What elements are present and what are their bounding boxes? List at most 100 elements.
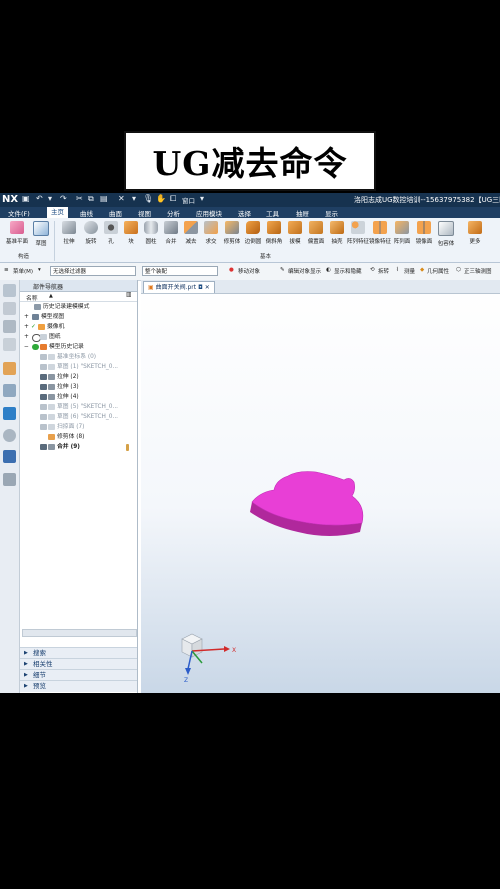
cylinder-icon bbox=[144, 221, 158, 234]
selection-scope-dropdown[interactable]: 整个装配 bbox=[142, 266, 218, 276]
save-icon[interactable]: ▣ bbox=[22, 194, 30, 203]
edge-blend-button[interactable]: 边倒圆 bbox=[244, 221, 262, 245]
history-icon[interactable] bbox=[3, 429, 16, 442]
geometry-properties-icon[interactable]: ◆ bbox=[420, 267, 424, 273]
move-object-button[interactable]: 移动对象 bbox=[238, 267, 260, 275]
list-item[interactable]: 合并 (9) bbox=[20, 442, 137, 452]
menu-button[interactable]: 菜单(M) bbox=[13, 267, 33, 275]
menu-chevron-icon[interactable]: ▾ bbox=[38, 267, 41, 273]
menu-select[interactable]: 选择 bbox=[238, 208, 251, 218]
expand-icon[interactable]: + bbox=[24, 332, 29, 342]
intersect-button[interactable]: 求交 bbox=[202, 221, 220, 245]
menu-application[interactable]: 应用模块 bbox=[196, 208, 222, 218]
window-menu[interactable]: 窗口 bbox=[182, 195, 195, 205]
rotate-icon[interactable]: ⟲ bbox=[370, 267, 375, 273]
edit-display-icon[interactable]: ✎ bbox=[280, 267, 285, 273]
expand-icon[interactable]: + bbox=[24, 322, 29, 332]
eye-icon[interactable] bbox=[40, 414, 47, 420]
menu-curve[interactable]: 曲线 bbox=[80, 208, 93, 218]
web-browser-icon[interactable] bbox=[3, 407, 16, 420]
undo-icon[interactable]: ↶ bbox=[36, 194, 43, 203]
menu-tools[interactable]: 工具 bbox=[266, 208, 279, 218]
horizontal-scrollbar[interactable] bbox=[22, 629, 137, 637]
part-navigator-icon[interactable] bbox=[3, 320, 16, 333]
process-studio-icon[interactable] bbox=[3, 450, 16, 463]
menu-icon[interactable]: ≡ bbox=[4, 267, 9, 273]
eye-icon[interactable] bbox=[40, 444, 47, 450]
show-hide-icon[interactable]: ◐ bbox=[326, 267, 331, 273]
expand-icon[interactable]: + bbox=[24, 312, 29, 322]
chamfer-button[interactable]: 倒斜角 bbox=[265, 221, 283, 245]
eye-icon[interactable] bbox=[40, 394, 47, 400]
geometry-properties-button[interactable]: 几何属性 bbox=[427, 267, 449, 275]
window-switch-icon[interactable]: ⧠ bbox=[170, 194, 176, 204]
mirror-face-button[interactable]: 镜像面 bbox=[415, 221, 433, 245]
close-icon[interactable]: ✕ bbox=[205, 284, 210, 291]
trimetric-icon[interactable]: ⬡ bbox=[456, 267, 461, 273]
pattern-face-button[interactable]: 阵列面 bbox=[393, 221, 411, 245]
touch-mode-icon[interactable]: ✋ bbox=[156, 194, 166, 203]
extrude-button[interactable]: 拉伸 bbox=[60, 221, 78, 245]
block-icon bbox=[124, 221, 138, 234]
mirror-feature-button[interactable]: 镜像特征 bbox=[369, 221, 391, 245]
settings-icon[interactable] bbox=[3, 284, 16, 297]
constraint-navigator-icon[interactable] bbox=[3, 338, 16, 351]
panel-preview[interactable]: ▶ 预览 bbox=[20, 680, 137, 692]
eye-icon[interactable] bbox=[40, 384, 47, 390]
bounding-body-button[interactable]: 包容体 bbox=[437, 221, 455, 247]
rotate-button[interactable]: 拆转 bbox=[378, 267, 389, 275]
undo-dropdown-icon[interactable]: ▾ bbox=[48, 194, 52, 203]
sketch-button[interactable]: 草图 bbox=[32, 221, 50, 247]
reuse-library-icon[interactable] bbox=[3, 362, 16, 375]
offset-face-button[interactable]: 偏置面 bbox=[307, 221, 325, 245]
menu-home[interactable]: 主页 bbox=[47, 207, 68, 218]
column-options-icon[interactable]: ▥ bbox=[126, 292, 131, 298]
measure-button[interactable]: 测量 bbox=[404, 267, 415, 275]
cut-icon[interactable]: ✂ bbox=[76, 194, 83, 203]
draft-button[interactable]: 拔模 bbox=[286, 221, 304, 245]
delete-icon[interactable]: ✕ bbox=[118, 194, 125, 203]
redo-icon[interactable]: ↷ bbox=[60, 194, 67, 203]
menu-view[interactable]: 视图 bbox=[138, 208, 151, 218]
microphone-icon[interactable]: 🎙 bbox=[143, 194, 153, 203]
menu-analysis[interactable]: 分析 bbox=[167, 208, 180, 218]
shell-button[interactable]: 抽壳 bbox=[328, 221, 346, 245]
trim-body-button[interactable]: 修剪体 bbox=[223, 221, 241, 245]
paste-icon[interactable]: ▤ bbox=[100, 194, 108, 203]
selection-filter-dropdown[interactable]: 无选择过滤器 bbox=[50, 266, 136, 276]
trimetric-view-button[interactable]: 正三轴测图 bbox=[464, 267, 492, 275]
color-wheel-icon[interactable]: ● bbox=[229, 267, 234, 273]
more-icon bbox=[468, 221, 482, 234]
bounding-body-icon bbox=[438, 221, 454, 236]
mirror-face-icon bbox=[417, 221, 431, 234]
datum-plane-button[interactable]: 基准平面 bbox=[6, 221, 28, 245]
datum-csys-icon bbox=[48, 354, 55, 360]
eye-icon[interactable] bbox=[40, 404, 47, 410]
collapse-icon[interactable]: − bbox=[24, 342, 29, 352]
extrude-feature-icon bbox=[48, 394, 55, 400]
pattern-feature-button[interactable]: 阵列特征 bbox=[347, 221, 369, 245]
show-hide-button[interactable]: 显示和隐藏 bbox=[334, 267, 362, 275]
sort-icon[interactable]: ▲ bbox=[49, 293, 53, 299]
hd3d-tools-icon[interactable] bbox=[3, 384, 16, 397]
measure-icon[interactable]: ⌇ bbox=[396, 267, 399, 273]
tab-part-file[interactable]: ▣ 曲面开关阀.prt ◘ ✕ bbox=[143, 281, 215, 293]
part-model[interactable] bbox=[240, 466, 370, 546]
eye-icon[interactable] bbox=[40, 354, 47, 360]
eye-icon[interactable] bbox=[40, 374, 47, 380]
window-menu-chevron-icon[interactable]: ▾ bbox=[200, 194, 204, 203]
tab-pin-icon[interactable]: ◘ bbox=[198, 284, 203, 291]
menu-display[interactable]: 显示 bbox=[325, 208, 338, 218]
navigator-column-header[interactable]: 名称 ▲ ▥ bbox=[20, 292, 137, 302]
eye-icon[interactable] bbox=[40, 424, 47, 430]
roles-icon[interactable] bbox=[3, 473, 16, 486]
copy-icon[interactable]: ⧉ bbox=[88, 194, 94, 204]
menu-file[interactable]: 文件(F) bbox=[8, 208, 30, 218]
eye-icon[interactable] bbox=[40, 364, 47, 370]
more-dropdown-icon[interactable]: ▾ bbox=[132, 194, 136, 203]
menu-surface[interactable]: 曲面 bbox=[109, 208, 122, 218]
edit-object-display-button[interactable]: 编辑对象显示 bbox=[288, 267, 321, 275]
more-button[interactable]: 更多 bbox=[466, 221, 484, 245]
menu-drawer[interactable]: 抽屉 bbox=[296, 208, 309, 218]
assembly-navigator-icon[interactable] bbox=[3, 302, 16, 315]
